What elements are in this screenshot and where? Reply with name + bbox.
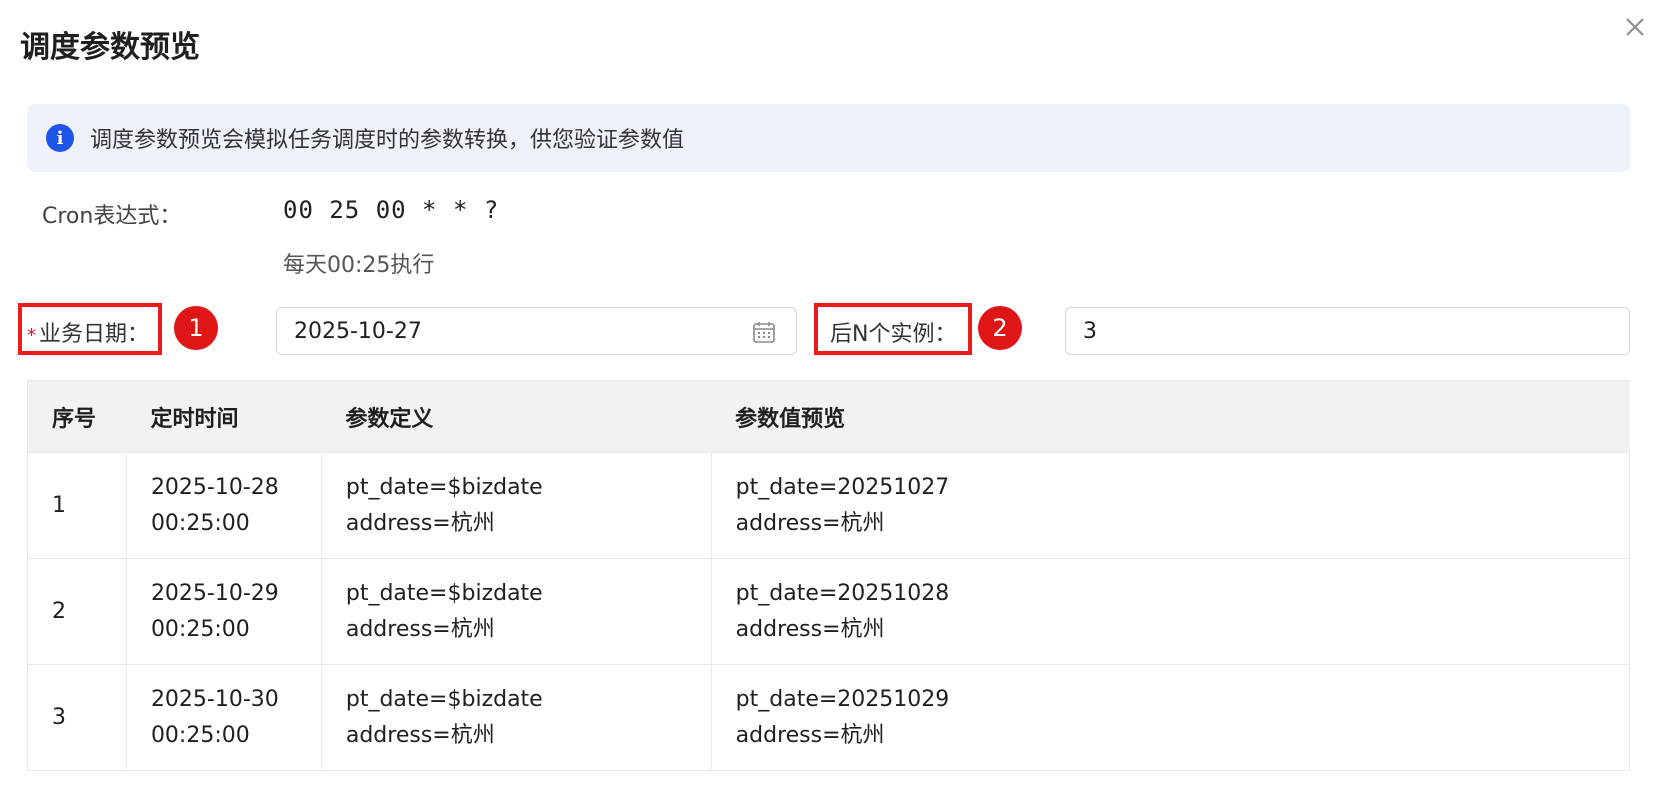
- row-time-clock: 00:25:00: [150, 616, 250, 642]
- column-header-preview: 参数值预览: [711, 380, 1630, 453]
- row-index: 3: [27, 664, 127, 771]
- row-index: 2: [27, 558, 127, 665]
- info-text: 调度参数预览会模拟任务调度时的参数转换，供您验证参数值: [90, 128, 685, 153]
- close-button[interactable]: [1620, 12, 1650, 42]
- close-icon: [1626, 18, 1644, 36]
- biz-date-label-text: 业务日期：: [39, 322, 150, 347]
- annotation-marker-1: 1: [174, 306, 218, 350]
- instances-input[interactable]: 3: [1065, 307, 1630, 355]
- row-time-date: 2025-10-30: [150, 686, 279, 712]
- cron-label: Cron表达式：: [42, 204, 182, 229]
- table-header-row: 序号 定时时间 参数定义 参数值预览: [27, 380, 1630, 453]
- row-preview: pt_date=20251027 address=杭州: [710, 452, 1631, 559]
- row-time-clock: 00:25:00: [150, 510, 250, 536]
- row-preview-line: address=杭州: [735, 616, 885, 642]
- biz-date-picker[interactable]: 2025-10-27: [276, 307, 797, 355]
- row-preview-line: pt_date=20251028: [735, 580, 950, 606]
- row-index: 1: [27, 452, 127, 559]
- row-definition-line: address=杭州: [345, 510, 495, 536]
- row-time-clock: 00:25:00: [150, 722, 250, 748]
- biz-date-label: * 业务日期：: [27, 316, 149, 348]
- cron-description: 每天00:25执行: [283, 253, 435, 278]
- instances-label: 后N个实例：: [830, 322, 957, 347]
- table-row: 3 2025-10-30 00:25:00 pt_date=$bizdate a…: [27, 664, 1631, 771]
- info-banner: i 调度参数预览会模拟任务调度时的参数转换，供您验证参数值: [27, 104, 1630, 172]
- info-icon: i: [46, 124, 74, 152]
- row-definition: pt_date=$bizdate address=杭州: [320, 664, 712, 771]
- row-definition-line: pt_date=$bizdate: [345, 474, 543, 500]
- biz-date-value: 2025-10-27: [294, 318, 422, 344]
- row-definition-line: pt_date=$bizdate: [345, 580, 543, 606]
- column-header-time: 定时时间: [126, 380, 322, 453]
- row-preview: pt_date=20251028 address=杭州: [710, 558, 1631, 665]
- row-time-date: 2025-10-28: [150, 474, 279, 500]
- row-preview-line: address=杭州: [735, 722, 885, 748]
- column-header-index: 序号: [27, 380, 127, 453]
- row-definition: pt_date=$bizdate address=杭州: [320, 452, 712, 559]
- table-row: 2 2025-10-29 00:25:00 pt_date=$bizdate a…: [27, 558, 1631, 665]
- row-preview-line: address=杭州: [735, 510, 885, 536]
- calendar-icon[interactable]: [752, 320, 776, 344]
- preview-table: 序号 定时时间 参数定义 参数值预览 1 2025-10-28 00:25:00…: [27, 380, 1631, 771]
- row-preview: pt_date=20251029 address=杭州: [710, 664, 1631, 771]
- row-definition-line: address=杭州: [345, 616, 495, 642]
- cron-expression: 00 25 00 * * ?: [283, 196, 500, 224]
- row-preview-line: pt_date=20251027: [735, 474, 950, 500]
- row-preview-line: pt_date=20251029: [735, 686, 950, 712]
- row-time: 2025-10-30 00:25:00: [125, 664, 322, 771]
- row-definition-line: pt_date=$bizdate: [345, 686, 543, 712]
- row-time: 2025-10-29 00:25:00: [125, 558, 322, 665]
- row-time-date: 2025-10-29: [150, 580, 279, 606]
- column-header-definition: 参数定义: [321, 380, 712, 453]
- row-definition-line: address=杭州: [345, 722, 495, 748]
- table-row: 1 2025-10-28 00:25:00 pt_date=$bizdate a…: [27, 452, 1631, 559]
- instances-value: 3: [1083, 318, 1097, 344]
- row-definition: pt_date=$bizdate address=杭州: [320, 558, 712, 665]
- dialog-title: 调度参数预览: [20, 30, 200, 65]
- row-time: 2025-10-28 00:25:00: [125, 452, 322, 559]
- annotation-marker-2: 2: [978, 306, 1022, 350]
- required-marker: *: [27, 325, 36, 346]
